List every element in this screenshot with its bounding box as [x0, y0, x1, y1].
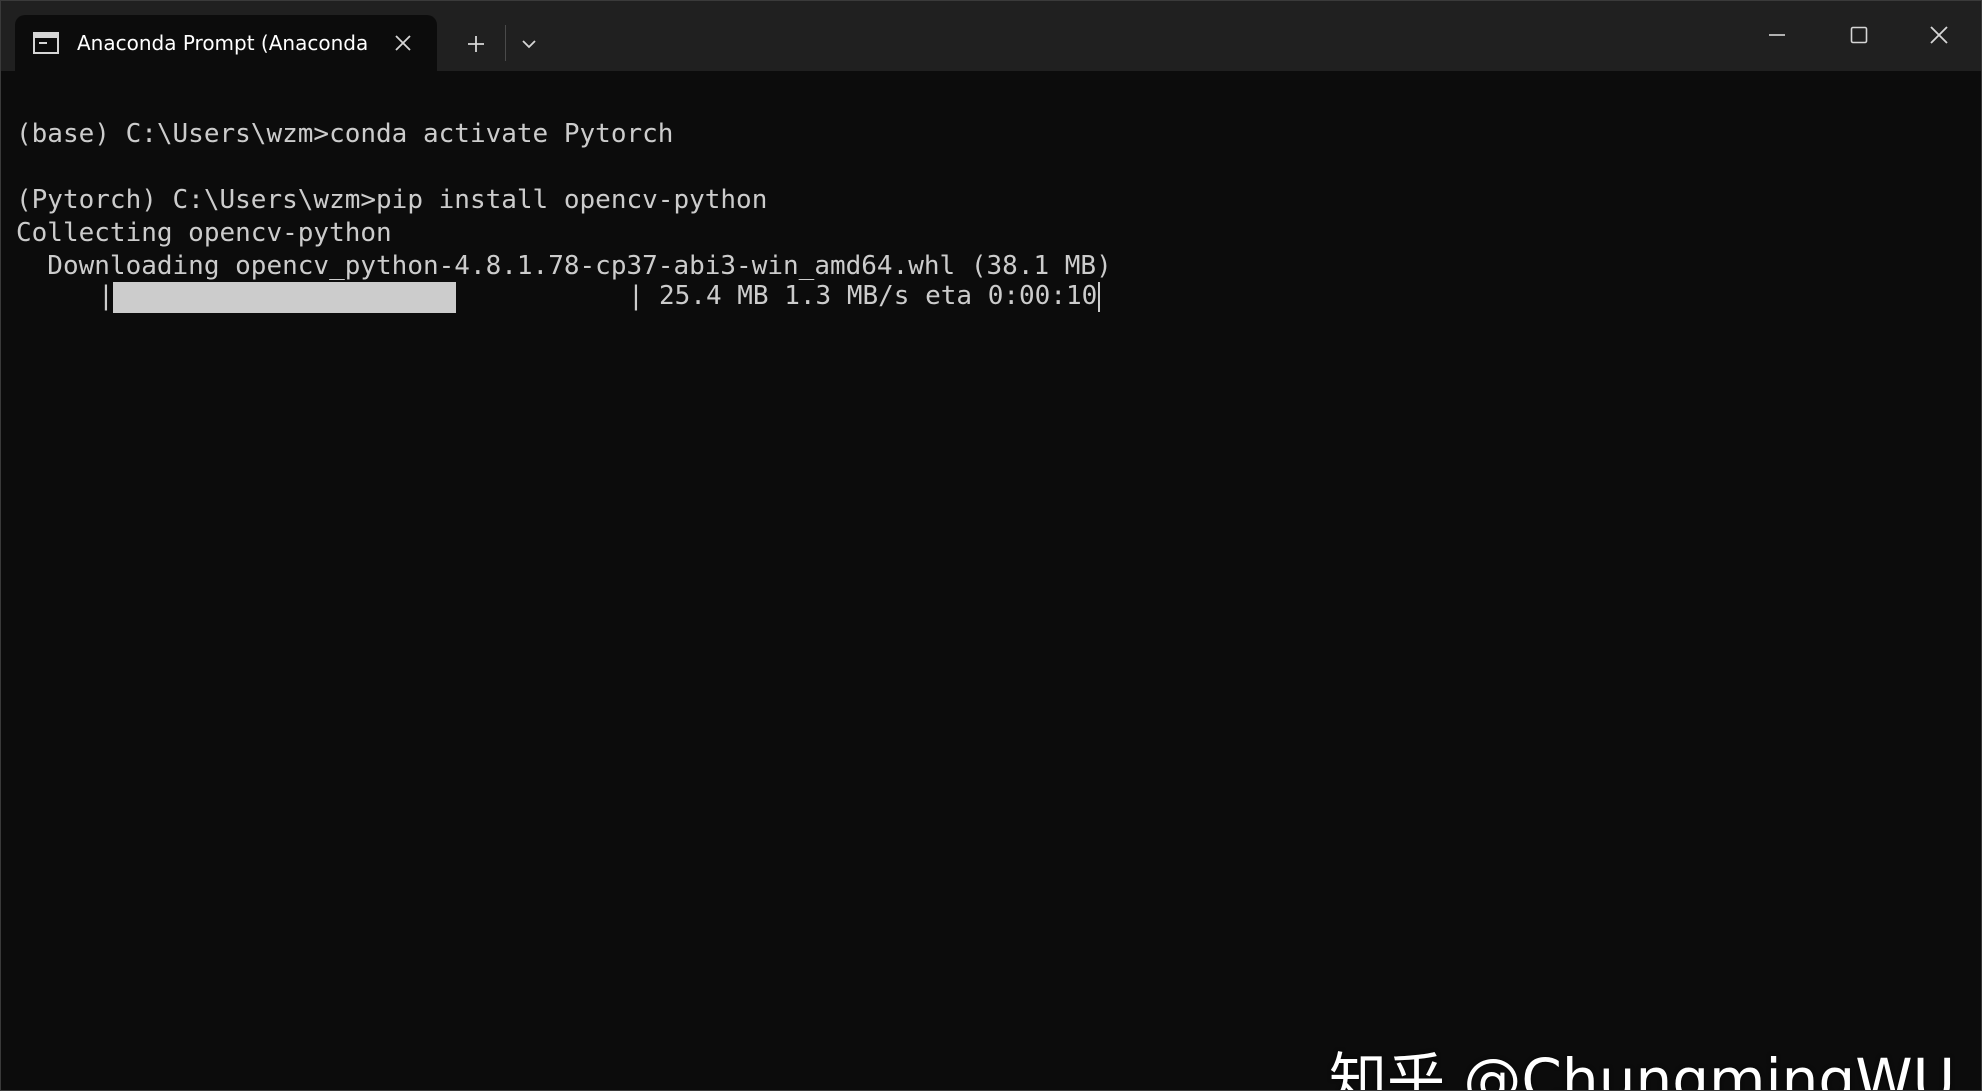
plus-icon [468, 36, 484, 52]
terminal-window: Anaconda Prompt (Anaconda (base) C:\User… [0, 0, 1982, 1091]
progress-bar [113, 282, 628, 313]
tab-dropdown-button[interactable] [511, 27, 547, 61]
tab-title: Anaconda Prompt (Anaconda [77, 31, 369, 55]
close-icon [395, 35, 411, 51]
progress-stats: 25.4 MB 1.3 MB/s eta 0:00:10 [659, 280, 1101, 313]
new-tab-button[interactable] [459, 27, 493, 61]
close-icon [1930, 26, 1948, 44]
terminal-icon [33, 32, 59, 54]
terminal-line: (base) C:\Users\wzm>conda activate Pytor… [16, 119, 674, 149]
minimize-button[interactable] [1747, 9, 1807, 61]
tab-separator [505, 25, 506, 61]
maximize-icon [1850, 26, 1868, 44]
close-window-button[interactable] [1909, 9, 1969, 61]
tab-close-button[interactable] [389, 29, 417, 57]
terminal-line: (Pytorch) C:\Users\wzm>pip install openc… [16, 185, 768, 215]
tab-anaconda-prompt[interactable]: Anaconda Prompt (Anaconda [15, 15, 437, 71]
terminal-output[interactable]: (base) C:\Users\wzm>conda activate Pytor… [1, 71, 1981, 1091]
progress-right-border: | [628, 281, 644, 311]
maximize-button[interactable] [1829, 9, 1889, 61]
progress-left-border: | [98, 281, 114, 311]
title-bar[interactable]: Anaconda Prompt (Anaconda [1, 1, 1981, 71]
minimize-icon [1769, 34, 1785, 36]
progress-stats-text: 25.4 MB 1.3 MB/s eta 0:00:10 [659, 281, 1098, 311]
download-progress: | | 25.4 MB 1.3 MB/s eta 0:00:10 [16, 280, 1101, 313]
terminal-line: Downloading opencv_python-4.8.1.78-cp37-… [16, 251, 1112, 281]
watermark: 知乎 @ChungmingWU [1329, 1046, 1956, 1091]
terminal-line: Collecting opencv-python [16, 218, 392, 248]
progress-bar-fill [113, 282, 457, 313]
chevron-down-icon [522, 40, 536, 49]
text-cursor [1098, 281, 1101, 312]
